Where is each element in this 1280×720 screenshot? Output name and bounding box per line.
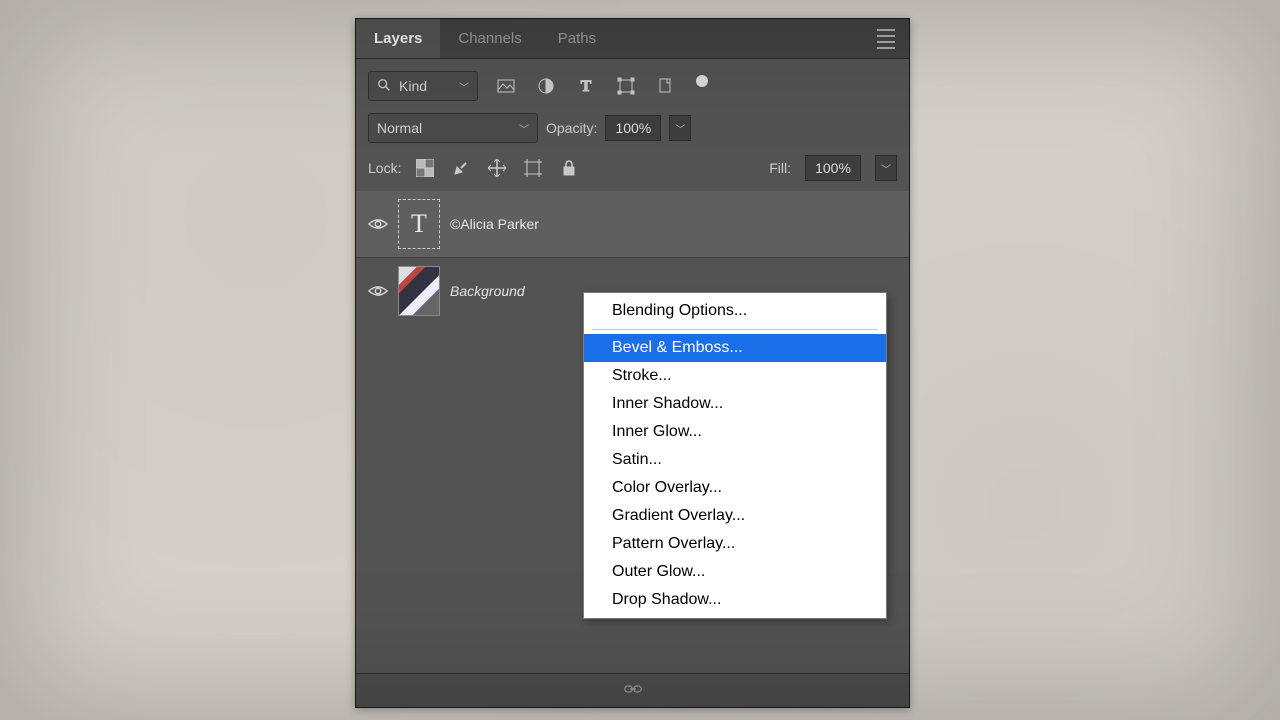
visibility-toggle-icon[interactable]: [368, 214, 388, 234]
menu-item[interactable]: Color Overlay...: [584, 474, 886, 502]
filter-kind-dropdown[interactable]: Kind ﹀: [368, 71, 478, 101]
lock-pixels-icon[interactable]: [451, 158, 471, 178]
tab-channels[interactable]: Channels: [440, 19, 539, 58]
lock-row: Lock: Fill: 100% ﹀: [356, 149, 909, 191]
filter-shape-icon[interactable]: [616, 76, 636, 96]
blend-mode-dropdown[interactable]: Normal ﹀: [368, 113, 538, 143]
menu-item[interactable]: Blending Options...: [584, 297, 886, 325]
blend-mode-value: Normal: [377, 120, 422, 136]
layer-style-context-menu: Blending Options... Bevel & Emboss...Stro…: [583, 292, 887, 619]
fill-value[interactable]: 100%: [805, 155, 861, 181]
lock-artboard-icon[interactable]: [523, 158, 543, 178]
menu-item[interactable]: Satin...: [584, 446, 886, 474]
filter-row: Kind ﹀ T: [356, 59, 909, 105]
filter-toggle-icon[interactable]: [696, 75, 708, 87]
opacity-label: Opacity:: [546, 120, 597, 136]
opacity-value[interactable]: 100%: [605, 115, 661, 141]
panel-menu-icon[interactable]: [873, 26, 899, 52]
blend-row: Normal ﹀ Opacity: 100% ﹀: [356, 105, 909, 149]
layer-row[interactable]: T ©Alicia Parker: [356, 191, 909, 257]
panel-footer: [356, 673, 909, 707]
filter-adjustment-icon[interactable]: [536, 76, 556, 96]
lock-all-icon[interactable]: [559, 158, 579, 178]
chevron-down-icon: ﹀: [519, 121, 529, 136]
menu-item[interactable]: Bevel & Emboss...: [584, 334, 886, 362]
fill-stepper[interactable]: ﹀: [875, 155, 897, 181]
menu-item[interactable]: Outer Glow...: [584, 558, 886, 586]
chevron-down-icon: ﹀: [459, 79, 469, 94]
menu-item[interactable]: Inner Glow...: [584, 418, 886, 446]
menu-item[interactable]: Gradient Overlay...: [584, 502, 886, 530]
filter-smartobject-icon[interactable]: [656, 76, 676, 96]
tab-paths[interactable]: Paths: [540, 19, 614, 58]
tab-layers[interactable]: Layers: [356, 19, 440, 58]
svg-text:T: T: [581, 78, 592, 95]
visibility-toggle-icon[interactable]: [368, 281, 388, 301]
link-layers-icon[interactable]: [624, 682, 642, 699]
filter-pixel-icon[interactable]: [496, 76, 516, 96]
filter-type-icon[interactable]: T: [576, 76, 596, 96]
layer-thumbnail-image[interactable]: [398, 266, 440, 316]
menu-item[interactable]: Pattern Overlay...: [584, 530, 886, 558]
menu-item[interactable]: Drop Shadow...: [584, 586, 886, 614]
menu-item[interactable]: Inner Shadow...: [584, 390, 886, 418]
layer-name[interactable]: ©Alicia Parker: [450, 216, 539, 232]
lock-label: Lock:: [368, 160, 401, 176]
panel-tabs: Layers Channels Paths: [356, 19, 909, 59]
lock-position-icon[interactable]: [487, 158, 507, 178]
menu-item[interactable]: Stroke...: [584, 362, 886, 390]
filter-kind-label: Kind: [399, 78, 427, 94]
fill-label: Fill:: [769, 160, 791, 176]
layer-thumbnail-type[interactable]: T: [398, 199, 440, 249]
lock-transparency-icon[interactable]: [415, 158, 435, 178]
search-icon: [377, 78, 391, 95]
layer-name[interactable]: Background: [450, 283, 525, 299]
opacity-stepper[interactable]: ﹀: [669, 115, 691, 141]
